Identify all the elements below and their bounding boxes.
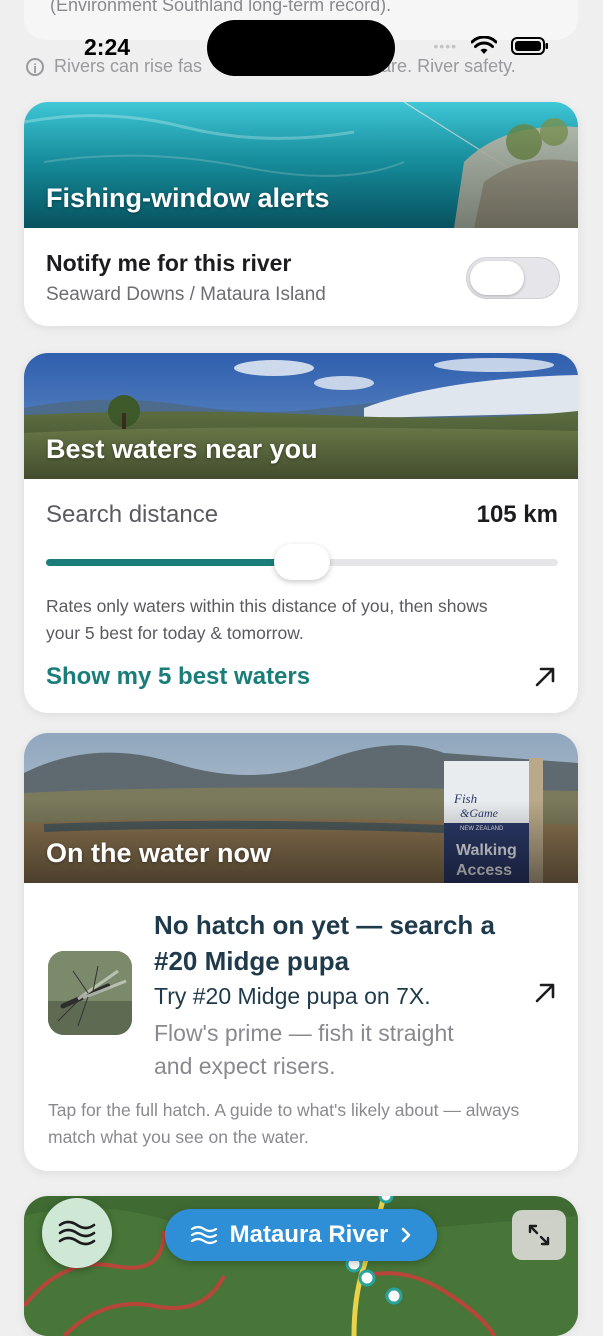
on-water-card[interactable]: Fish &Game NEW ZEALAND Walking Access On… <box>24 733 578 1171</box>
battery-icon <box>511 37 548 55</box>
river-layer-button[interactable] <box>42 1198 112 1268</box>
on-water-hero-image: Fish &Game NEW ZEALAND Walking Access On… <box>24 733 578 883</box>
distance-slider-fill <box>46 559 302 566</box>
hatch-title: No hatch on yet — search a #20 Midge pup… <box>154 910 495 976</box>
notify-label: Notify me for this river <box>46 250 292 276</box>
best-waters-title: Best waters near you <box>46 434 318 464</box>
best-waters-card: Best waters near you Search distance 105… <box>24 353 578 713</box>
arrow-up-right-icon[interactable] <box>534 666 556 688</box>
notify-toggle[interactable] <box>466 257 560 299</box>
search-distance-label: Search distance <box>46 501 219 528</box>
on-water-title: On the water now <box>46 838 272 868</box>
river-map-card[interactable]: Mataura River <box>24 1196 578 1336</box>
toggle-knob <box>470 261 524 295</box>
chevron-right-icon <box>402 1227 411 1243</box>
info-icon: i <box>26 57 44 76</box>
waves-icon <box>190 1225 217 1245</box>
distance-slider[interactable] <box>46 544 558 580</box>
midge-photo <box>48 951 132 1035</box>
expand-map-button[interactable] <box>512 1210 566 1260</box>
hatch-footer-text: Tap for the full hatch. A guide to what'… <box>48 1100 520 1147</box>
status-icons: •••• <box>433 36 549 56</box>
signal-dots-icon: •••• <box>433 38 457 54</box>
alerts-hero-image: Fishing-window alerts <box>24 102 578 228</box>
best-waters-hero-image: Best waters near you <box>24 353 578 479</box>
dynamic-island <box>207 20 395 76</box>
expand-icon <box>528 1224 550 1246</box>
alerts-title: Fishing-window alerts <box>46 183 330 213</box>
distance-help-text: Rates only waters within this distance o… <box>46 596 488 643</box>
status-time: 2:24 <box>84 34 131 60</box>
waves-icon <box>58 1220 96 1246</box>
search-distance-value: 105 km <box>476 501 558 528</box>
fishing-alerts-card: Fishing-window alerts Notify me for this… <box>24 102 578 326</box>
river-name: Mataura River <box>229 1221 389 1248</box>
hatch-try-text: Try #20 Midge pupa on 7X. <box>154 983 431 1009</box>
distance-slider-thumb[interactable] <box>274 544 330 580</box>
record-note: (Environment Southland long-term record)… <box>50 0 392 15</box>
safety-text-right: care. River safety. <box>372 56 516 76</box>
wifi-icon <box>471 36 497 54</box>
show-best-waters-link[interactable]: Show my 5 best waters <box>46 663 310 691</box>
hatch-flow-text: Flow's prime — fish it straight and expe… <box>154 1020 454 1079</box>
arrow-up-right-icon[interactable] <box>534 982 556 1004</box>
river-selector-button[interactable]: Mataura River <box>165 1209 437 1261</box>
notify-location: Seaward Downs / Mataura Island <box>46 284 326 305</box>
